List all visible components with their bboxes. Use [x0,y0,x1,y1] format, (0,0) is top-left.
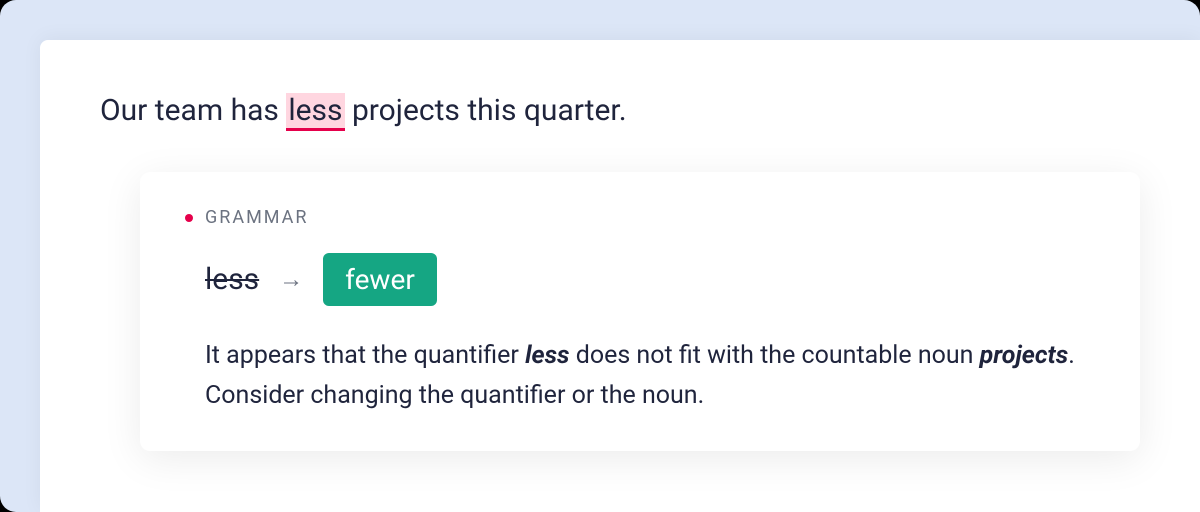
suggestion-category-row: GRAMMAR [185,207,1095,228]
outer-container: Our team has less projects this quarter.… [0,0,1200,512]
explanation-text: It appears that the quantifier [205,341,525,370]
sentence-text-after: projects this quarter. [345,93,627,128]
replacement-suggestion-button[interactable]: fewer [323,253,437,306]
explanation-emphasis: projects [980,341,1069,370]
explanation-text: does not fit with the countable noun [570,341,980,370]
suggestion-category-label: GRAMMAR [205,207,309,228]
grammar-suggestion-card: GRAMMAR less → fewer It appears that the… [140,172,1140,451]
suggestion-explanation: It appears that the quantifier less does… [205,336,1095,416]
correction-row: less → fewer [205,253,1095,306]
highlighted-error-word[interactable]: less [286,93,344,131]
document-card: Our team has less projects this quarter.… [40,40,1200,512]
error-dot-icon [185,214,193,222]
sentence-text-before: Our team has [100,93,286,128]
original-word: less [205,262,259,297]
explanation-emphasis: less [525,341,569,370]
editor-sentence[interactable]: Our team has less projects this quarter. [100,90,1140,132]
arrow-right-icon: → [279,265,303,294]
